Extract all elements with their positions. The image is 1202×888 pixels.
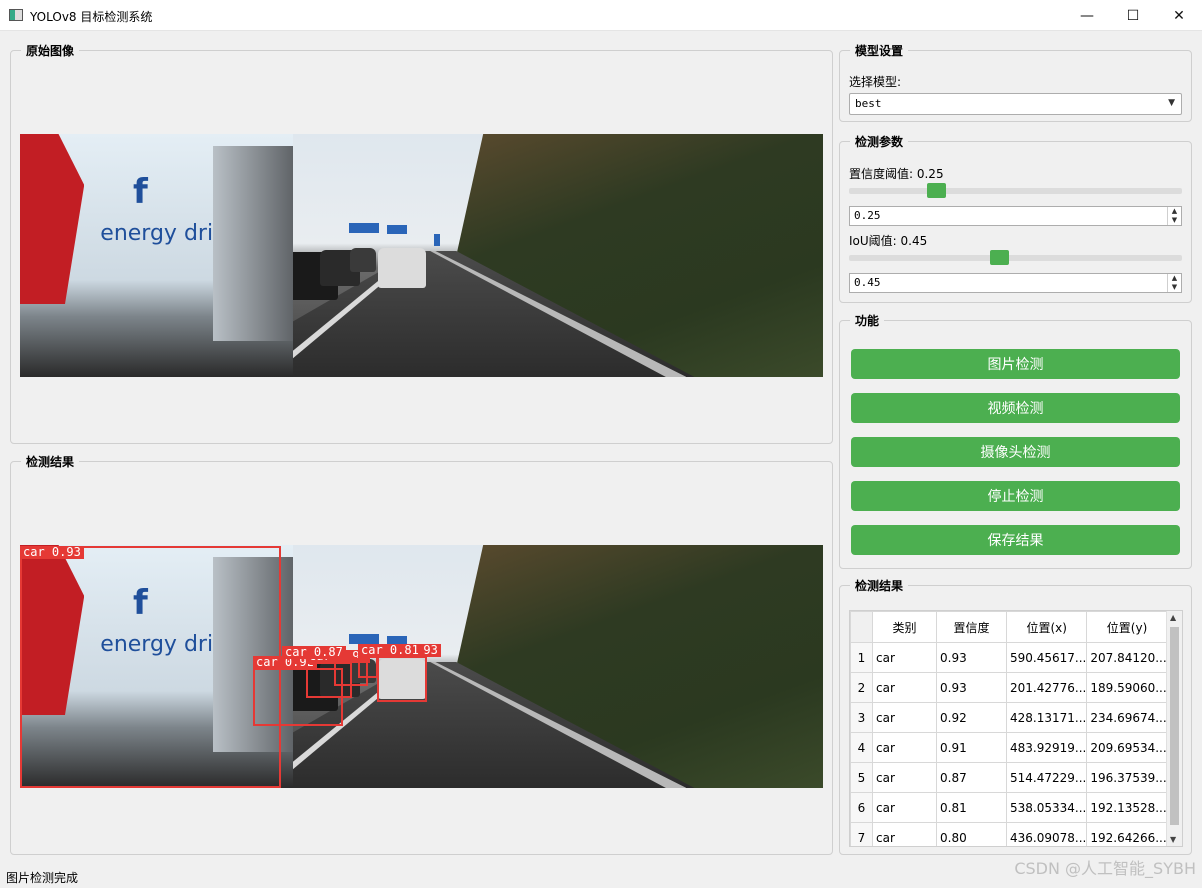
iou-value: 0.45 [854, 276, 881, 289]
save-result-button[interactable]: 保存结果 [851, 525, 1180, 555]
close-button[interactable]: ✕ [1156, 0, 1202, 31]
row-number[interactable]: 5 [850, 762, 873, 793]
stop-detect-button[interactable]: 停止检测 [851, 481, 1180, 511]
column-header-confidence[interactable]: 置信度 [936, 611, 1007, 643]
function-title: 功能 [850, 312, 885, 329]
cell-x[interactable]: 483.92919... [1005, 732, 1088, 763]
cell-confidence[interactable]: 0.92 [936, 702, 1007, 733]
result-image: f energy drink car 0.93 car 0.93 car 0.9… [20, 545, 823, 788]
window-title: YOLOv8 目标检测系统 [30, 10, 153, 24]
confidence-spinbox[interactable]: 0.25 ▲ ▼ [849, 206, 1182, 226]
video-detect-button[interactable]: 视频检测 [851, 393, 1180, 423]
model-select-label: 选择模型: [849, 75, 902, 89]
column-header-y[interactable]: 位置(y) [1086, 611, 1168, 643]
cell-class[interactable]: car [872, 732, 937, 763]
status-text: 图片检测完成 [6, 871, 79, 885]
confidence-slider-handle[interactable] [927, 183, 946, 198]
model-select-value: best [855, 97, 882, 110]
cell-x[interactable]: 538.05334... [1005, 792, 1088, 823]
row-number[interactable]: 3 [850, 702, 873, 733]
confidence-value: 0.25 [854, 209, 881, 222]
cell-class[interactable]: car [872, 762, 937, 793]
table-corner[interactable] [850, 611, 873, 643]
table-row[interactable]: 3 car 0.92 428.13171... 234.69674... [850, 702, 1168, 733]
table-header-row: 类别 置信度 位置(x) 位置(y) [850, 611, 1168, 643]
cell-y[interactable]: 207.84120... [1086, 642, 1168, 673]
table-row[interactable]: 2 car 0.93 201.42776... 189.59060... [850, 672, 1168, 703]
table-row[interactable]: 4 car 0.91 483.92919... 209.69534... [850, 732, 1168, 763]
cell-class[interactable]: car [872, 822, 937, 846]
original-image-title: 原始图像 [21, 42, 80, 59]
cell-confidence[interactable]: 0.93 [936, 642, 1007, 673]
column-header-x[interactable]: 位置(x) [1005, 611, 1088, 643]
cell-class[interactable]: car [872, 792, 937, 823]
cell-class[interactable]: car [872, 702, 937, 733]
detection-params-title: 检测参数 [850, 133, 909, 150]
cell-confidence[interactable]: 0.91 [936, 732, 1007, 763]
cell-x[interactable]: 428.13171... [1005, 702, 1088, 733]
minimize-button[interactable]: — [1064, 0, 1110, 31]
result-image-title: 检测结果 [21, 453, 80, 470]
spin-arrows-icon[interactable]: ▲ ▼ [1167, 274, 1181, 292]
chevron-down-icon: ▼ [1168, 98, 1175, 108]
results-table[interactable]: 类别 置信度 位置(x) 位置(y) 1 car 0.93 590.45617.… [849, 610, 1183, 847]
cell-y[interactable]: 234.69674... [1086, 702, 1168, 733]
cell-class[interactable]: car [872, 642, 937, 673]
row-number[interactable]: 4 [850, 732, 873, 763]
detection-box [377, 656, 427, 702]
scroll-down-icon[interactable]: ▼ [1170, 835, 1176, 844]
cell-class[interactable]: car [872, 672, 937, 703]
cell-y[interactable]: 209.69534... [1086, 732, 1168, 763]
confidence-slider[interactable] [849, 188, 1182, 194]
cell-x[interactable]: 590.45617... [1005, 642, 1088, 673]
iou-slider[interactable] [849, 255, 1182, 261]
detection-label: car 0.93 [20, 546, 84, 559]
cell-confidence[interactable]: 0.87 [936, 762, 1007, 793]
cell-y[interactable]: 189.59060... [1086, 672, 1168, 703]
maximize-button[interactable]: ☐ [1110, 0, 1156, 31]
cell-x[interactable]: 201.42776... [1005, 672, 1088, 703]
watermark: CSDN @人工智能_SYBH [1014, 859, 1196, 878]
detection-label: car 0.81 [358, 644, 422, 657]
app-icon [9, 9, 23, 21]
camera-detect-button[interactable]: 摄像头检测 [851, 437, 1180, 467]
cell-y[interactable]: 196.37539... [1086, 762, 1168, 793]
table-row[interactable]: 1 car 0.93 590.45617... 207.84120... [850, 642, 1168, 673]
table-scrollbar[interactable]: ▲ ▼ [1166, 611, 1182, 846]
scrollbar-thumb[interactable] [1170, 627, 1179, 825]
cell-x[interactable]: 436.09078... [1005, 822, 1088, 846]
cell-x[interactable]: 514.47229... [1005, 762, 1088, 793]
image-detect-button[interactable]: 图片检测 [851, 349, 1180, 379]
table-row[interactable]: 5 car 0.87 514.47229... 196.37539... [850, 762, 1168, 793]
cell-y[interactable]: 192.13528... [1086, 792, 1168, 823]
model-settings-title: 模型设置 [850, 42, 909, 59]
cell-confidence[interactable]: 0.93 [936, 672, 1007, 703]
iou-slider-handle[interactable] [990, 250, 1009, 265]
cell-confidence[interactable]: 0.81 [936, 792, 1007, 823]
detection-label: car 0.87 [282, 646, 346, 659]
title-bar: YOLOv8 目标检测系统 — ☐ ✕ [0, 0, 1202, 31]
table-row[interactable]: 6 car 0.81 538.05334... 192.13528... [850, 792, 1168, 823]
scroll-up-icon[interactable]: ▲ [1170, 613, 1176, 622]
cell-confidence[interactable]: 0.80 [936, 822, 1007, 846]
confidence-label: 置信度阈值: 0.25 [849, 167, 944, 181]
row-number[interactable]: 2 [850, 672, 873, 703]
model-select[interactable]: best ▼ [849, 93, 1182, 115]
cell-y[interactable]: 192.64266... [1086, 822, 1168, 846]
iou-spinbox[interactable]: 0.45 ▲ ▼ [849, 273, 1182, 293]
table-row[interactable]: 7 car 0.80 436.09078... 192.64266... [850, 822, 1168, 846]
detection-box [20, 546, 281, 788]
row-number[interactable]: 1 [850, 642, 873, 673]
detection-box [358, 656, 378, 678]
row-number[interactable]: 7 [850, 822, 873, 846]
spin-arrows-icon[interactable]: ▲ ▼ [1167, 207, 1181, 225]
iou-label: IoU阈值: 0.45 [849, 234, 928, 248]
column-header-class[interactable]: 类别 [872, 611, 937, 643]
results-table-title: 检测结果 [850, 577, 909, 594]
row-number[interactable]: 6 [850, 792, 873, 823]
original-image: f energy drink [20, 134, 823, 377]
